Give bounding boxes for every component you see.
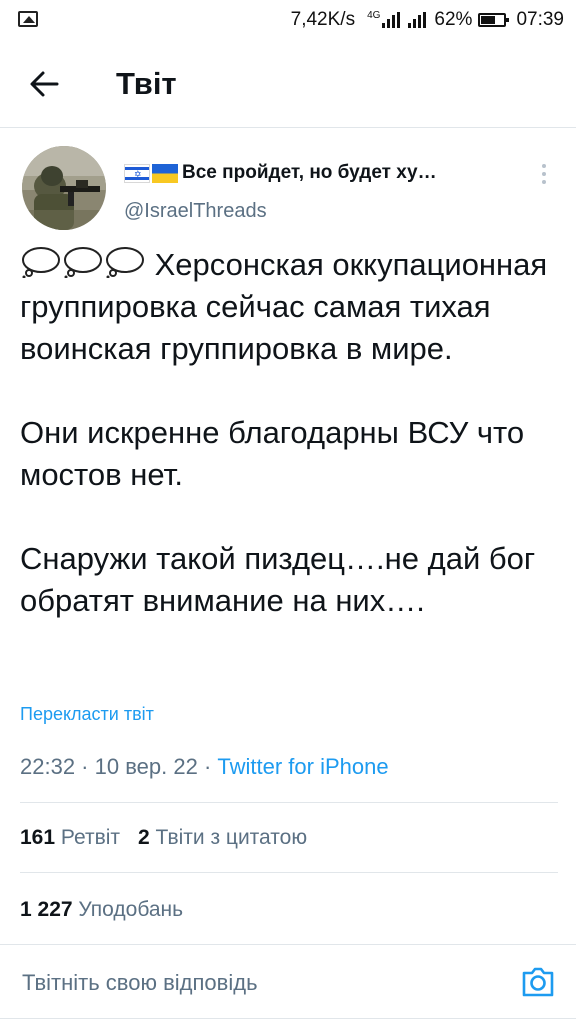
add-media-button[interactable] [520, 964, 556, 1000]
signal-icon [382, 12, 401, 28]
clock: 07:39 [516, 9, 564, 30]
more-options-button[interactable] [534, 160, 554, 188]
reply-input[interactable] [22, 970, 502, 996]
likes-stat[interactable]: 1 227 Уподобань [20, 898, 183, 921]
tweet-text: Херсонская оккупационная группировка сей… [20, 244, 560, 622]
likes-stats-row: 1 227 Уподобань [20, 898, 183, 922]
author-handle[interactable]: @IsraelThreads [124, 200, 267, 223]
more-vertical-icon [542, 164, 546, 168]
quotes-stat[interactable]: 2 Твіти з цитатою [138, 826, 307, 849]
network-type: 4G [367, 10, 381, 21]
tweet-paragraph-1: Херсонская оккупационная группировка сей… [20, 247, 548, 366]
author-name-row[interactable]: ✡ Все пройдет, но будет ху… [124, 156, 494, 190]
battery-icon [478, 13, 510, 27]
tweet-paragraph-2: Они искренне благодарны ВСУ что мостов н… [20, 415, 525, 492]
tweet-time: 22:32 [20, 754, 76, 779]
status-indicators: 7,42K/s 4G 62% 07:39 [291, 8, 564, 32]
battery-percent: 62% [434, 9, 473, 30]
status-bar: 7,42K/s 4G 62% 07:39 [0, 0, 576, 40]
divider [20, 802, 558, 803]
divider [20, 872, 558, 873]
network-speed: 7,42K/s [290, 9, 356, 30]
divider [0, 944, 576, 945]
tweet-date: 10 вер. 22 [94, 754, 198, 779]
tweet-paragraph-3: Снаружи такой пиздец….не дай бог обратят… [20, 541, 536, 618]
signal-icon-2 [408, 12, 427, 28]
image-notification-icon [18, 11, 38, 27]
author-display-name: Все пройдет, но будет ху… [182, 162, 437, 183]
page-title: Твіт [116, 66, 177, 101]
thought-balloon-icon [22, 247, 60, 278]
avatar-image [22, 146, 106, 230]
ukraine-flag-icon [152, 163, 178, 183]
arrow-left-icon [30, 71, 59, 97]
tweet-source-link[interactable]: Twitter for iPhone [217, 754, 388, 779]
back-button[interactable] [24, 64, 64, 104]
thought-balloon-icon [106, 247, 144, 278]
top-bar: Твіт [0, 40, 576, 128]
israel-flag-icon: ✡ [124, 163, 150, 183]
divider [0, 1018, 576, 1019]
thought-balloon-icon [64, 247, 102, 278]
avatar[interactable] [22, 146, 106, 230]
tweet-metadata: 22:32 · 10 вер. 22 · Twitter for iPhone [20, 754, 389, 779]
camera-icon [522, 967, 554, 997]
retweets-stat[interactable]: 161 Ретвіт [20, 826, 120, 849]
retweet-stats-row: 161 Ретвіт 2 Твіти з цитатою [20, 826, 307, 850]
translate-tweet-link[interactable]: Перекласти твіт [20, 704, 154, 725]
